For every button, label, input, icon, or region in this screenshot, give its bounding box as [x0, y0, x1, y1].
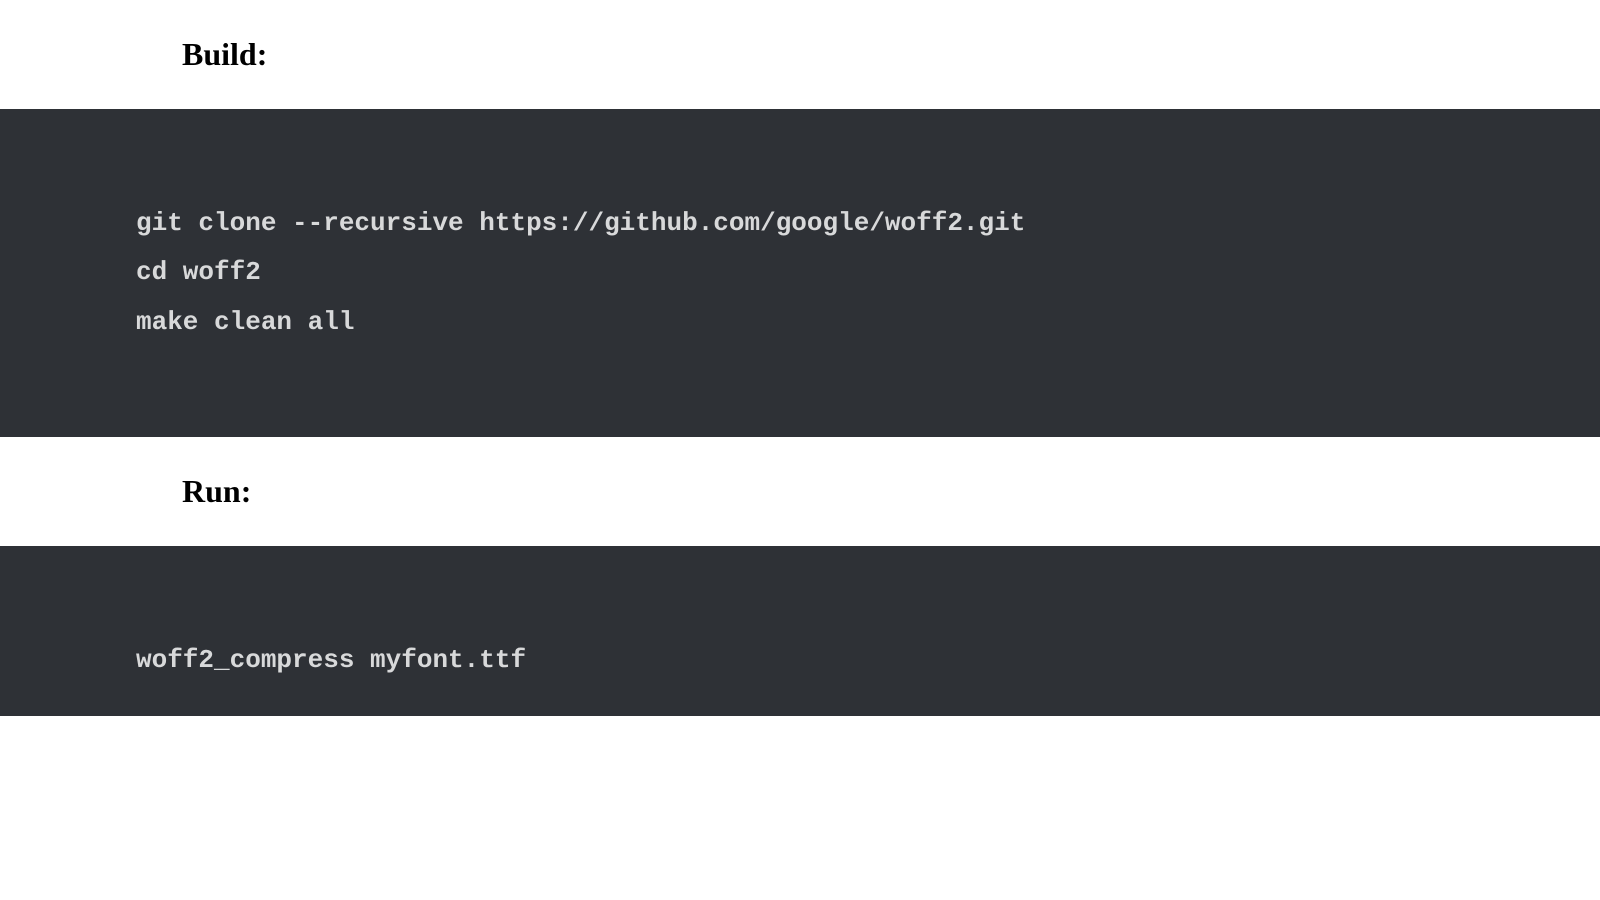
- build-heading: Build:: [0, 0, 1600, 109]
- run-code-block[interactable]: woff2_compress myfont.ttf: [0, 546, 1600, 715]
- build-code-block[interactable]: git clone --recursive https://github.com…: [0, 109, 1600, 437]
- run-heading: Run:: [0, 437, 1600, 546]
